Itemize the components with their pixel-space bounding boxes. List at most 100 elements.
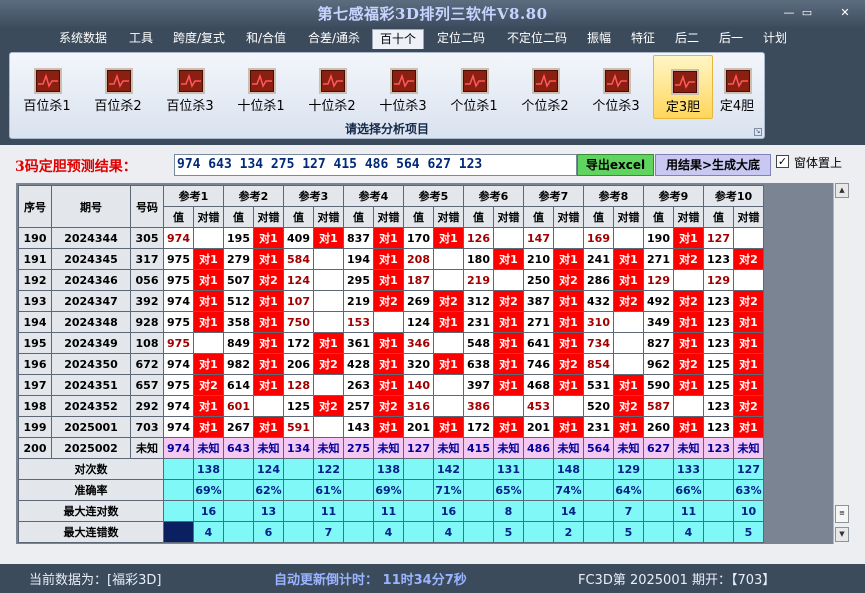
menu-item-10[interactable]: 后二 — [668, 29, 706, 49]
table-row[interactable]: 191 2024345 317 975 对1 279 对1 584 194 对1 208 180 对1 2… — [18, 248, 764, 270]
cell-result: 对2 — [733, 395, 764, 417]
cell-result: 对1 — [553, 332, 584, 354]
stat-spacer — [223, 521, 254, 543]
tool-1[interactable]: 百位杀2 — [88, 55, 148, 119]
close-icon[interactable]: ✕ — [836, 5, 854, 21]
cell-result: 对1 — [673, 311, 704, 333]
tool-2[interactable]: 百位杀3 — [160, 55, 220, 119]
chart-icon — [34, 68, 62, 94]
menu-item-1[interactable]: 工具 — [122, 29, 160, 49]
pred-value: 275 — [343, 437, 374, 459]
menu-item-7[interactable]: 不定位二码 — [500, 29, 574, 49]
cell-result: 对2 — [673, 248, 704, 270]
cell-result — [433, 269, 464, 291]
chart-icon — [177, 68, 205, 94]
cell-value: 387 — [523, 290, 554, 312]
tool-5[interactable]: 十位杀3 — [373, 55, 433, 119]
menu-item-3[interactable]: 和/合值 — [240, 29, 292, 49]
scroll-up-icon[interactable]: ▲ — [835, 183, 849, 198]
cell-value: 854 — [583, 353, 614, 375]
chart-icon — [532, 68, 560, 94]
cell-result: 对1 — [733, 374, 764, 396]
cell-value: 428 — [343, 353, 374, 375]
stat-value: 16 — [193, 500, 224, 522]
cell-result — [673, 269, 704, 291]
header-result: 对错 — [733, 206, 764, 228]
cell-result — [313, 248, 344, 270]
row-draw: 928 — [130, 311, 164, 333]
table-row[interactable]: 192 2024346 056 975 对1 507 对2 124 295 对1 187 219 250… — [18, 269, 764, 291]
menu-item-2[interactable]: 跨度/复式 — [166, 29, 232, 49]
row-no: 195 — [18, 332, 52, 354]
cell-value: 169 — [583, 227, 614, 249]
stat-spacer — [523, 500, 554, 522]
generate-base-button[interactable]: 用结果>生成大底 — [655, 154, 771, 176]
cell-result: 对1 — [433, 311, 464, 333]
chart-icon — [390, 68, 418, 94]
header-ref: 参考8 — [583, 185, 644, 207]
cell-value: 279 — [223, 248, 254, 270]
stats-row: 最大连错数 4 6 7 4 4 5 2 5 4 5 — [18, 521, 764, 543]
status-bar: 当前数据为：[福彩3D] 自动更新倒计时： 11时34分7秒 FC3D第 202… — [0, 564, 865, 593]
stat-spacer — [703, 458, 734, 480]
cell-value: 263 — [343, 374, 374, 396]
table-row[interactable]: 199 2025001 703 974 对1 267 对1 591 143 对1 201 对1 172 对… — [18, 416, 764, 438]
row-period: 2025001 — [51, 416, 131, 438]
stat-spacer — [163, 521, 194, 543]
cell-result — [193, 332, 224, 354]
prediction-row[interactable]: 200 2025002 未知 974 未知 643 未知 134 未知 275 未知 127 未知 415… — [18, 437, 764, 459]
tool-3[interactable]: 十位杀1 — [231, 55, 291, 119]
table-row[interactable]: 196 2024350 672 974 对1 982 对1 206 对2 428 对1 320 对1 63… — [18, 353, 764, 375]
result-field[interactable]: 974 643 134 275 127 415 486 564 627 123 — [174, 154, 577, 176]
header-result: 对错 — [433, 206, 464, 228]
row-period: 2025002 — [51, 437, 131, 459]
tool-6[interactable]: 个位杀1 — [444, 55, 504, 119]
table-row[interactable]: 193 2024347 392 974 对1 512 对1 107 219 对2 269 对2 312 对… — [18, 290, 764, 312]
cell-value: 123 — [703, 311, 734, 333]
tool-8[interactable]: 个位杀3 — [586, 55, 646, 119]
cell-result: 对1 — [733, 416, 764, 438]
minimize-icon[interactable]: — — [780, 5, 798, 21]
tool-7[interactable]: 个位杀2 — [515, 55, 575, 119]
table-row[interactable]: 197 2024351 657 975 对2 614 对1 128 263 对1 140 397 对1 4… — [18, 374, 764, 396]
menu-item-0[interactable]: 系统数据 — [54, 29, 112, 49]
menu-item-5[interactable]: 百十个 — [372, 29, 424, 49]
cell-result: 对1 — [673, 416, 704, 438]
cell-result: 对2 — [733, 290, 764, 312]
stat-value: 133 — [673, 458, 704, 480]
menu-item-6[interactable]: 定位二码 — [432, 29, 490, 49]
cell-value: 241 — [583, 248, 614, 270]
menu-item-9[interactable]: 特征 — [624, 29, 662, 49]
maximize-icon[interactable]: ▭ — [798, 5, 816, 21]
scroll-thumb[interactable]: ≡ — [835, 505, 849, 523]
expand-icon[interactable]: ↘ — [754, 128, 762, 136]
cell-result: 对1 — [373, 269, 404, 291]
menu-item-4[interactable]: 合差/通杀 — [302, 29, 366, 49]
scroll-down-icon[interactable]: ▼ — [835, 527, 849, 542]
cell-value: 140 — [403, 374, 434, 396]
tool-0[interactable]: 百位杀1 — [17, 55, 77, 119]
menu-item-12[interactable]: 计划 — [756, 29, 794, 49]
pin-window-checkbox[interactable]: ✓ — [776, 155, 789, 168]
row-no: 200 — [18, 437, 52, 459]
vertical-scrollbar[interactable]: ▲ ≡ ▼ — [833, 183, 849, 544]
table-row[interactable]: 190 2024344 305 974 195 对1 409 对1 837 对1 170 对1 126 1… — [18, 227, 764, 249]
tool-10[interactable]: 定4胆 — [707, 55, 767, 119]
pred-value: 134 — [283, 437, 314, 459]
cell-value: 190 — [643, 227, 674, 249]
cell-result: 对1 — [673, 332, 704, 354]
cell-value: 974 — [163, 353, 194, 375]
table-row[interactable]: 198 2024352 292 974 对1 601 125 对2 257 对2 316 386 453… — [18, 395, 764, 417]
table-row[interactable]: 195 2024349 108 975 849 对1 172 对1 361 对1 346 548 对1 6… — [18, 332, 764, 354]
cell-value: 210 — [523, 248, 554, 270]
menu-item-11[interactable]: 后一 — [712, 29, 750, 49]
pred-value: 974 — [163, 437, 194, 459]
tool-4[interactable]: 十位杀2 — [302, 55, 362, 119]
cell-value: 125 — [703, 353, 734, 375]
stat-value: 10 — [733, 500, 764, 522]
stat-spacer — [283, 458, 314, 480]
menu-item-8[interactable]: 振幅 — [580, 29, 618, 49]
export-excel-button[interactable]: 导出excel — [577, 154, 654, 176]
row-period: 2024347 — [51, 290, 131, 312]
table-row[interactable]: 194 2024348 928 975 对1 358 对1 750 153 124 对1 231 对1 2… — [18, 311, 764, 333]
